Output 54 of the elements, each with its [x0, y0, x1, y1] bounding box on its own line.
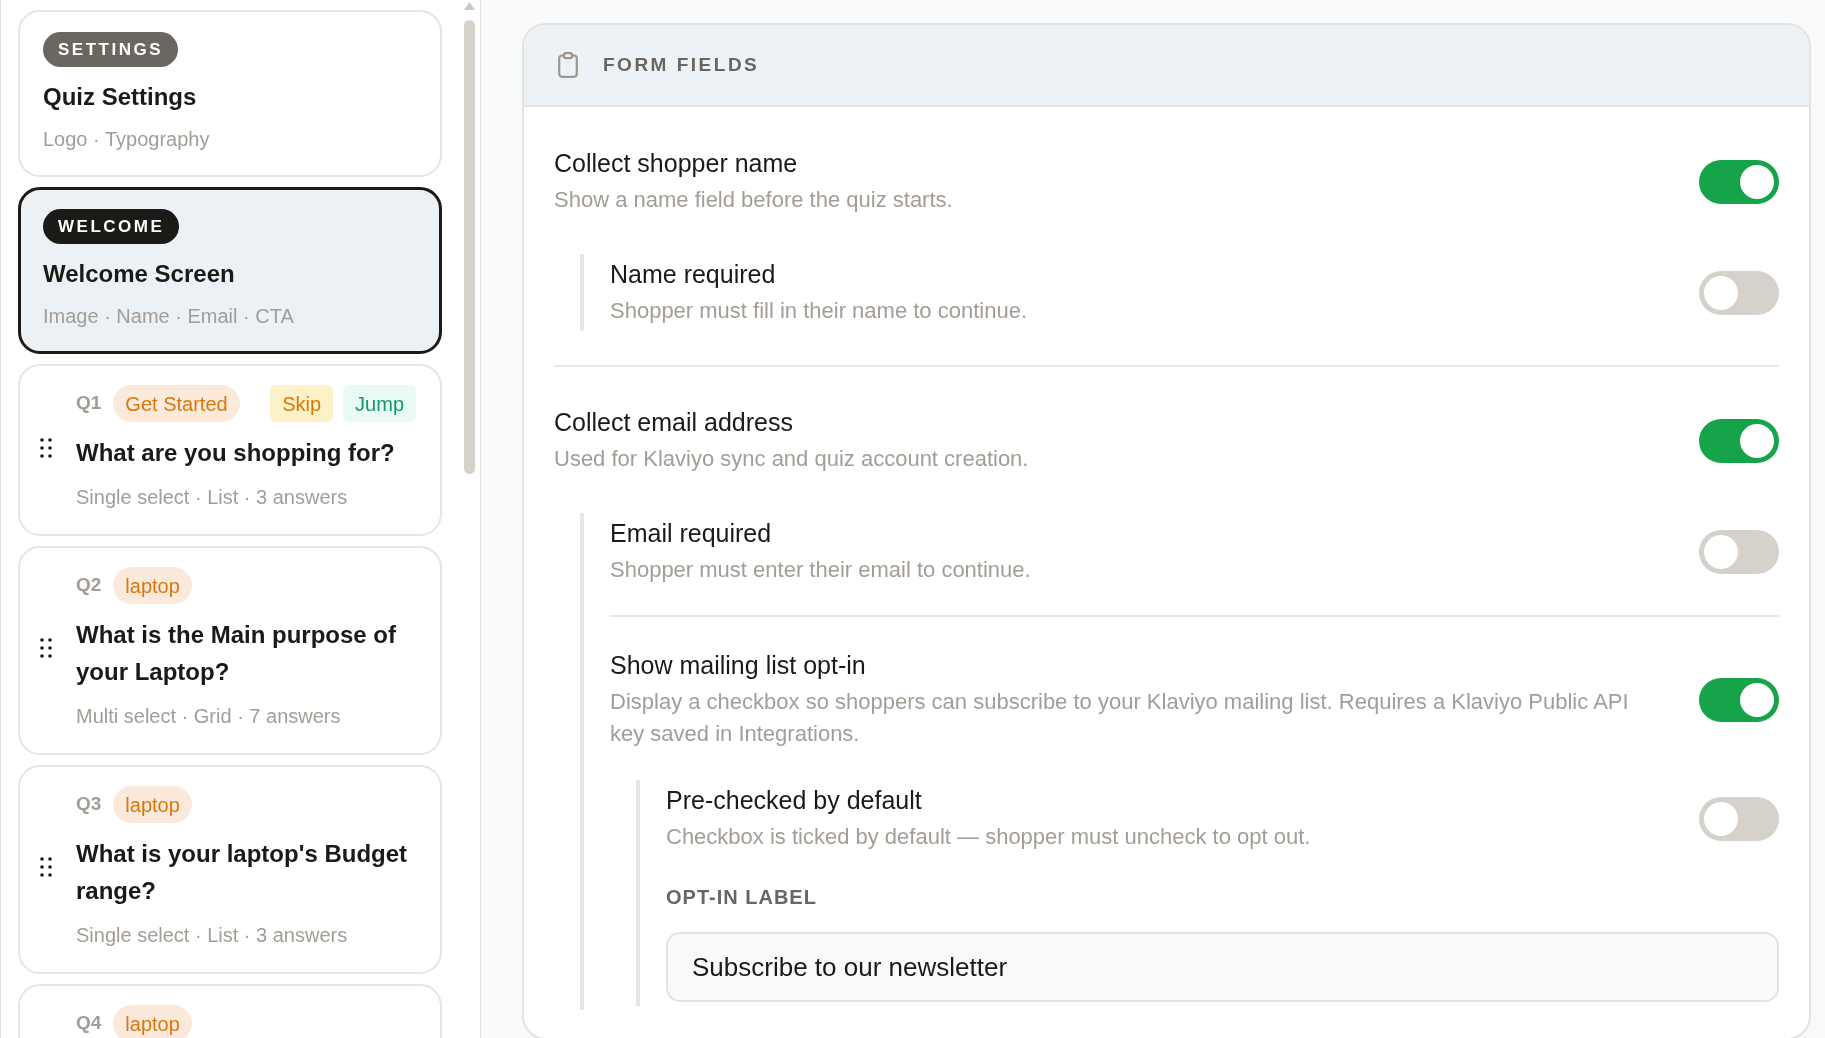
sidebar-card[interactable]: SETTINGS Quiz Settings Logo · Typography [18, 10, 442, 177]
drag-handle-icon[interactable] [40, 638, 52, 658]
card-subtitle: Logo · Typography [43, 127, 210, 152]
setting-title: Email required [610, 518, 772, 549]
field-label: OPT-IN LABEL [666, 885, 817, 910]
question-number: Q2 [76, 573, 102, 598]
sidebar-card[interactable]: WELCOME Welcome Screen Image · Name · Email · CTA [18, 187, 442, 354]
text-input[interactable]: Subscribe to our newsletter [666, 932, 1779, 1002]
question-card[interactable]: Q1 Get Started Skip Jump What are you shopping for? Single select · List · 3 answers [18, 364, 442, 536]
section-badge: WELCOME [43, 209, 180, 244]
card-subtitle: Image · Name · Email · CTA [43, 304, 294, 329]
card-title: Quiz Settings [43, 82, 197, 112]
question-title: What is the Main purpose of your Laptop? [76, 620, 397, 687]
category-tag: Get Started [113, 385, 240, 422]
question-card[interactable]: Q2 laptop What is the Main purpose of your Laptop? Multi select · Grid · 7 answers [18, 546, 442, 755]
question-title: What is your laptop's Budget range? [76, 839, 409, 906]
clipboard-icon [558, 52, 578, 78]
toggle-switch[interactable] [1699, 270, 1779, 315]
toggle-switch[interactable] [1699, 677, 1779, 722]
drag-handle-icon[interactable] [40, 857, 52, 877]
category-tag: laptop [113, 786, 192, 823]
setting-title: Name required [610, 259, 776, 290]
setting-title: Pre-checked by default [666, 785, 922, 816]
question-meta: Single select · List · 3 answers [76, 485, 348, 510]
toggle-switch[interactable] [1699, 529, 1779, 574]
question-title: What are you shopping for? [76, 438, 396, 468]
setting-title: Show mailing list opt-in [610, 650, 866, 681]
jump-tag: Jump [343, 385, 416, 422]
setting-title: Collect shopper name [554, 148, 798, 179]
question-card[interactable]: Q3 laptop What is your laptop's Budget range? Single select · List · 3 answers [18, 765, 442, 974]
setting-description: Used for Klaviyo sync and quiz account creation. [554, 445, 1030, 473]
skip-tag: Skip [270, 385, 334, 422]
scrollbar-thumb[interactable] [463, 20, 475, 474]
setting-description: Checkbox is ticked by default — shopper must uncheck to opt out. [666, 823, 1312, 851]
question-number: Q3 [76, 792, 102, 817]
question-number: Q1 [76, 391, 102, 416]
card-title: Welcome Screen [43, 259, 235, 289]
question-meta: Single select · List · 3 answers [76, 923, 348, 948]
category-tag: laptop [113, 1005, 192, 1038]
toggle-switch[interactable] [1699, 796, 1779, 841]
panel-title: FORM FIELDS [603, 52, 760, 77]
section-badge: SETTINGS [43, 32, 178, 67]
setting-description: Shopper must fill in their name to continue. [610, 297, 1028, 325]
category-tag: laptop [113, 567, 192, 604]
drag-handle-icon[interactable] [40, 437, 52, 458]
question-number: Q4 [76, 1011, 102, 1036]
toggle-switch[interactable] [1699, 159, 1779, 204]
scroll-up-arrow-icon[interactable] [463, 2, 475, 10]
setting-title: Collect email address [554, 407, 793, 438]
toggle-switch[interactable] [1699, 418, 1779, 463]
setting-description: Show a name field before the quiz starts. [554, 186, 954, 214]
setting-description: Display a checkbox so shoppers can subscribe to your Klaviyo mailing list. Requires a Klaviyo Public API key saved in Integrations. [610, 688, 1630, 748]
setting-description: Shopper must enter their email to continue. [610, 556, 1032, 584]
question-meta: Multi select · Grid · 7 answers [76, 704, 341, 729]
